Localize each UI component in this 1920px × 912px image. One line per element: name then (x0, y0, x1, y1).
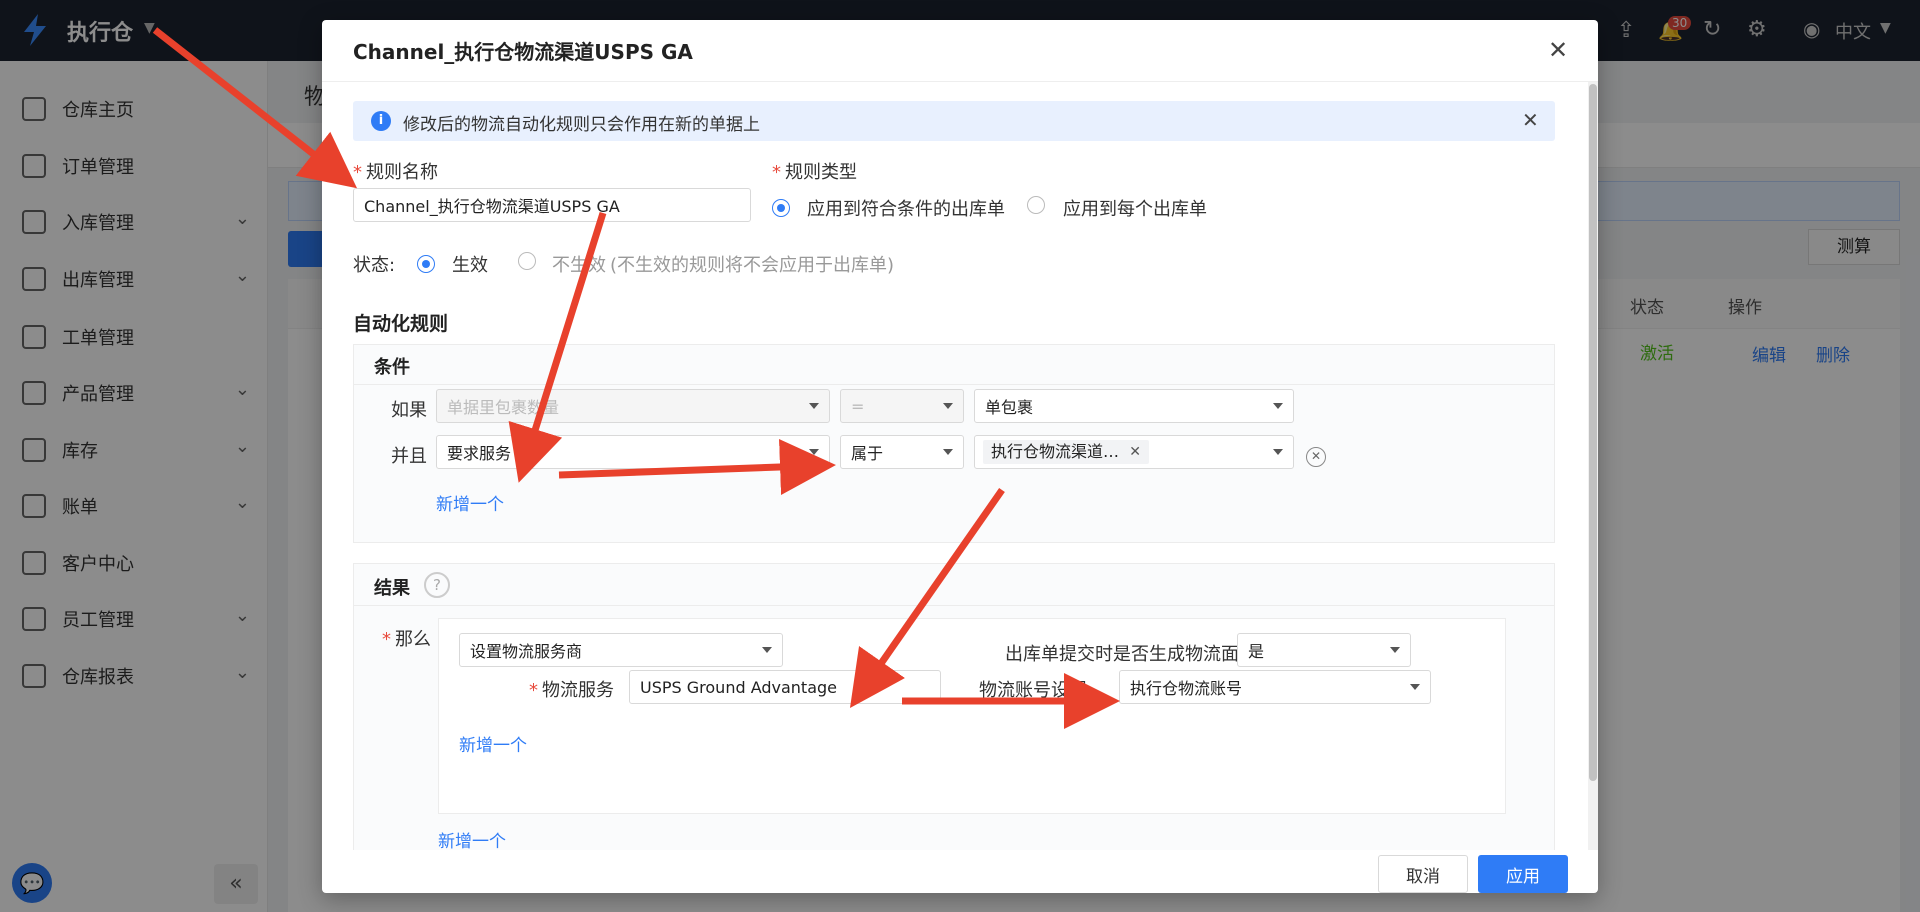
arrow-to-condition-op (558, 439, 836, 495)
arrow-to-condition-field (508, 211, 607, 483)
arrow-to-service (849, 487, 1005, 708)
arrow-to-rule-name (152, 27, 358, 189)
annotation-arrows (152, 27, 1120, 729)
